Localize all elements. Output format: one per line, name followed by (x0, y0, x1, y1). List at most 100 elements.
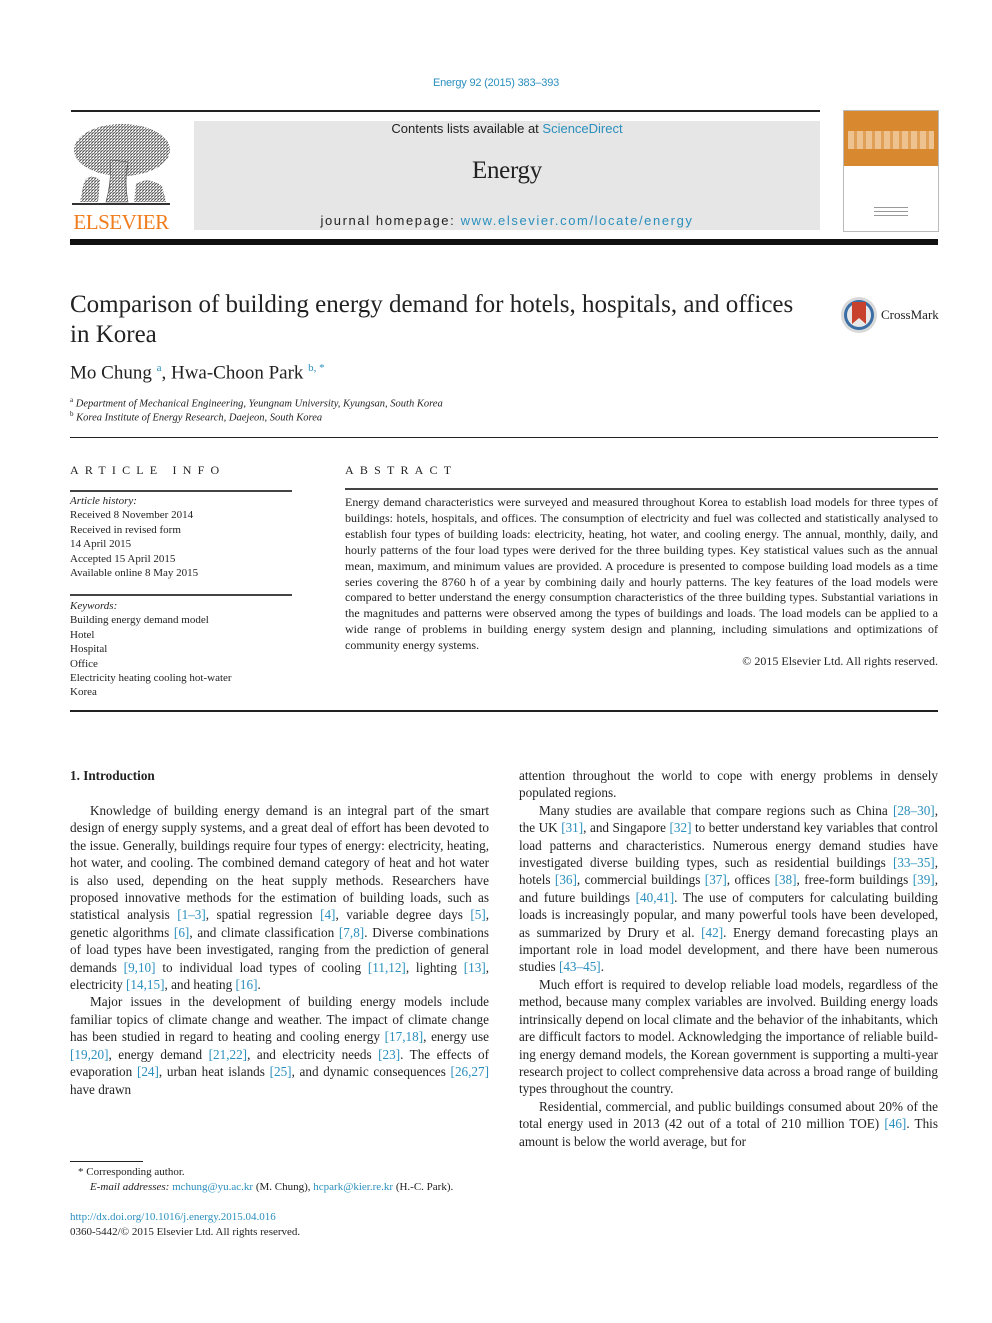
keyword-item: Electricity heating cooling hot-water (70, 672, 232, 685)
affiliation-marker: a (70, 396, 74, 404)
body-right-column: attention throughout the world to cope w… (519, 767, 938, 1150)
body-left-column: Knowledge of building energy demand is a… (70, 802, 489, 1098)
abstract-bottom-divider (70, 710, 938, 712)
email-link[interactable]: hcpark@kier.re.kr (313, 1181, 393, 1193)
citation-link[interactable]: [24] (137, 1064, 159, 1079)
keyword-item: Building energy demand model (70, 614, 209, 627)
affiliation-marker: b (70, 410, 74, 418)
citation-link[interactable]: [19,20] (70, 1047, 108, 1062)
elsevier-logo[interactable]: ELSEVIER (70, 120, 172, 234)
citation-link[interactable]: [11,12] (368, 960, 406, 975)
citation-link[interactable]: [28–30] (893, 803, 935, 818)
keywords-block: Keywords: Building energy demand model Ho… (70, 599, 292, 700)
keyword-item: Korea (70, 686, 97, 699)
homepage-line: journal homepage: www.elsevier.com/locat… (194, 213, 820, 228)
abstract-copyright: © 2015 Elsevier Ltd. All rights reserved… (742, 654, 938, 669)
history-item: Received in revised form (70, 523, 181, 536)
cover-publisher-text (874, 207, 908, 219)
author-list: Mo Chung a, Hwa-Choon Park b, * (70, 362, 325, 384)
citation-link[interactable]: [31] (561, 820, 583, 835)
article-title: Comparison of building energy demand for… (70, 291, 794, 348)
email-link[interactable]: mchung@yu.ac.kr (172, 1181, 253, 1193)
citation-link[interactable]: [32] (670, 820, 692, 835)
abstract: Energy demand characteristics were surve… (345, 495, 938, 670)
email-label: E-mail addresses: (90, 1181, 173, 1193)
issn-copyright: 0360-5442/© 2015 Elsevier Ltd. All right… (70, 1226, 301, 1238)
citation-link[interactable]: [37] (705, 872, 727, 887)
elsevier-wordmark: ELSEVIER (73, 210, 169, 234)
author-name[interactable]: Mo Chung (70, 362, 152, 383)
history-label: Article history: (70, 495, 137, 507)
sciencedirect-link[interactable]: ScienceDirect (542, 121, 622, 136)
citation-link[interactable]: [23] (378, 1047, 400, 1062)
citation-link[interactable]: [17,18] (385, 1029, 423, 1044)
affiliation-text: Department of Mechanical Engineering, Ye… (75, 398, 443, 410)
citation-link[interactable]: [39] (913, 872, 935, 887)
author-affiliation-marker[interactable]: a (157, 362, 162, 374)
article-info-heading: ARTICLE INFO (70, 463, 226, 477)
citation-link[interactable]: [43–45] (559, 959, 601, 974)
title-divider (70, 437, 938, 438)
keyword-list: Building energy demand model Hotel Hospita… (70, 613, 292, 699)
header-divider (71, 110, 820, 112)
corresponding-author-note: * Corresponding author. E-mail addresses… (78, 1165, 453, 1195)
abstract-text: Energy demand characteristics were surve… (345, 495, 938, 653)
abstract-heading: ABSTRACT (345, 463, 458, 477)
affiliation: b Korea Institute of Energy Research, Da… (70, 410, 322, 424)
citation-link[interactable]: [38] (775, 872, 797, 887)
citation-link[interactable]: [46] (884, 1116, 906, 1131)
doi-block: http://dx.doi.org/10.1016/j.energy.2015.… (70, 1210, 300, 1240)
citation-link[interactable]: [7,8] (339, 925, 364, 940)
crossmark-button[interactable]: CrossMark (840, 296, 940, 336)
keyword-item: Hotel (70, 628, 95, 641)
body-paragraph: attention throughout the world to cope w… (519, 768, 938, 801)
citation-link[interactable]: [33–35] (893, 855, 935, 870)
journal-cover-thumbnail[interactable] (843, 110, 939, 232)
citation-link[interactable]: [25] (270, 1064, 292, 1079)
citation-link[interactable]: [16] (236, 977, 258, 992)
history-list: Received 8 November 2014 Received in revi… (70, 508, 292, 580)
citation-link[interactable]: [5] (470, 907, 485, 922)
cover-band (844, 111, 938, 166)
body-paragraph: Major issues in the development of build… (70, 994, 490, 1097)
affiliation-text: Korea Institute of Energy Research, Daej… (76, 412, 323, 424)
affiliation: a Department of Mechanical Engineering, … (70, 396, 443, 410)
corresponding-author-label: * Corresponding author. (78, 1166, 185, 1178)
keyword-item: Office (70, 657, 98, 670)
citation-link[interactable]: [4] (320, 907, 335, 922)
citation-link[interactable]: [14,15] (126, 977, 164, 992)
journal-banner: Contents lists available at ScienceDirec… (194, 121, 820, 230)
citation-link[interactable]: [40,41] (636, 890, 674, 905)
history-item: Received 8 November 2014 (70, 509, 194, 522)
citation-link[interactable]: [26,27] (451, 1064, 489, 1079)
elsevier-tree-icon (72, 124, 170, 205)
history-item: Accepted 15 April 2015 (70, 552, 176, 565)
homepage-prefix: journal homepage: (320, 213, 461, 228)
keywords-divider (70, 594, 292, 596)
body-paragraph: Many studies are available that compare … (519, 802, 938, 975)
doi-link[interactable]: http://dx.doi.org/10.1016/j.energy.2015.… (70, 1211, 276, 1223)
footnote-divider (70, 1161, 143, 1162)
email-owner: (H.-C. Park). (393, 1181, 454, 1193)
citation-link[interactable]: [21,22] (209, 1047, 247, 1062)
citation-link[interactable]: [6] (174, 925, 189, 940)
citation-link[interactable]: [13] (464, 960, 486, 975)
author-name[interactable]: Hwa-Choon Park (171, 362, 303, 383)
citation-link[interactable]: [1–3] (177, 907, 206, 922)
citation-link[interactable]: [9,10] (124, 960, 156, 975)
abstract-divider (345, 488, 938, 490)
homepage-link[interactable]: www.elsevier.com/locate/energy (461, 213, 694, 228)
history-item: Available online 8 May 2015 (70, 567, 199, 580)
crossmark-icon (841, 297, 877, 333)
cover-title-graphic (848, 131, 934, 149)
author-affiliation-marker[interactable]: b, * (308, 362, 325, 374)
body-paragraph: Knowledge of building energy demand is a… (70, 803, 490, 993)
email-owner: (M. Chung), (253, 1181, 314, 1193)
article-info-divider (70, 490, 292, 492)
history-item: 14 April 2015 (70, 538, 132, 551)
citation-link[interactable]: [36] (555, 872, 577, 887)
body-paragraph: Much effort is required to develop relia… (519, 976, 938, 1097)
citation-link[interactable]: [42] (701, 925, 723, 940)
crossmark-label: CrossMark (881, 307, 939, 322)
journal-citation[interactable]: Energy 92 (2015) 383–393 (0, 77, 992, 89)
